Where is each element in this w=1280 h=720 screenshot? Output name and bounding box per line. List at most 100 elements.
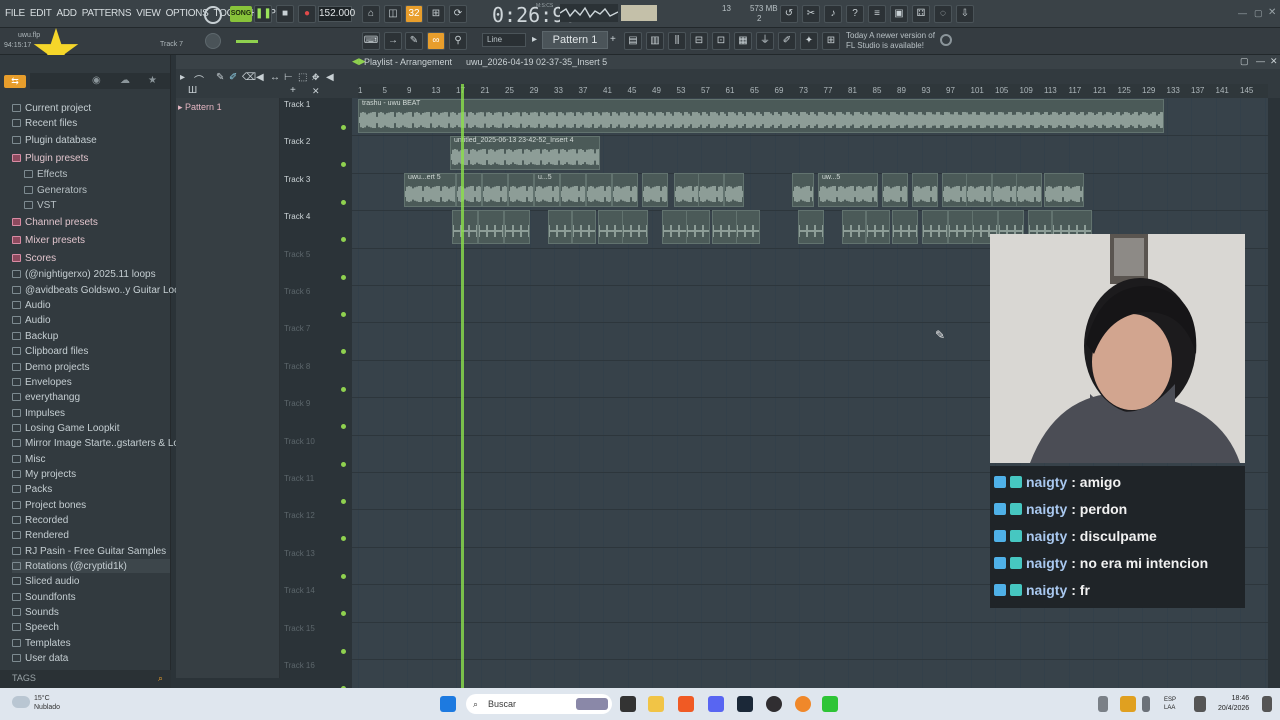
browser-item[interactable]: Audio	[12, 313, 51, 327]
pat-song-toggle-icon[interactable]	[204, 6, 222, 24]
browser-item[interactable]: Current project	[12, 101, 91, 115]
start-icon[interactable]	[440, 696, 456, 712]
audio-clip[interactable]	[456, 173, 482, 207]
browser-item[interactable]: Effects	[24, 167, 67, 181]
browser-item[interactable]: RJ Pasin - Free Guitar Samples	[12, 544, 166, 558]
browser-item[interactable]: Losing Game Loopkit	[12, 421, 120, 435]
track-header[interactable]: Track 12	[284, 511, 315, 520]
track-header[interactable]: Track 1	[284, 100, 310, 109]
track-mute-dot[interactable]	[341, 349, 346, 355]
browser-item[interactable]: Rendered	[12, 528, 69, 542]
tool-slice-icon[interactable]: ⊢	[284, 72, 293, 83]
browser-item[interactable]: Templates	[12, 636, 71, 650]
audio-clip[interactable]	[572, 210, 596, 244]
track-header[interactable]: Track 10	[284, 437, 315, 446]
chat-icon[interactable]: ◌	[934, 5, 952, 23]
browser-item[interactable]: Packs	[12, 482, 52, 496]
minimize-icon[interactable]: —	[1238, 8, 1247, 18]
browser-item[interactable]: Mixer presets	[12, 233, 85, 247]
record-icon[interactable]: ●	[298, 5, 316, 23]
browser-item[interactable]: User data	[12, 651, 68, 665]
track-header[interactable]: Track 6	[284, 287, 310, 296]
wait-input-icon[interactable]: ◫	[384, 5, 402, 23]
close-icon[interactable]: ✕	[1268, 7, 1276, 18]
audio-clip[interactable]	[792, 173, 814, 207]
playlist-max-icon[interactable]: ▢	[1240, 56, 1249, 67]
browser-item[interactable]: (@nightigerxo) 2025.11 loops	[12, 267, 156, 281]
add-track-icon[interactable]: +	[290, 85, 296, 96]
track-header[interactable]: Track 9	[284, 399, 310, 408]
browser-item[interactable]: Plugin database	[12, 133, 97, 147]
browser-item[interactable]: Recent files	[12, 116, 77, 130]
countdown-icon[interactable]: 32	[405, 5, 423, 23]
cut-icon[interactable]: ✂	[802, 5, 820, 23]
track-mute-dot[interactable]	[341, 648, 346, 654]
tool-select-icon[interactable]: ⬚	[298, 72, 307, 83]
pattern-item[interactable]: ▸ Pattern 1	[178, 102, 222, 113]
pattern-selector[interactable]: Pattern 1	[542, 31, 608, 49]
audio-clip[interactable]: trashu - uwu BEAT	[358, 99, 1164, 133]
plug-icon[interactable]: ⏚	[756, 32, 774, 50]
audio-clip[interactable]	[548, 210, 572, 244]
pattern-grid-icon[interactable]: Ш	[188, 85, 197, 96]
track-mute-dot[interactable]	[341, 536, 346, 542]
audio-clip[interactable]	[504, 210, 530, 244]
track-mute-dot[interactable]	[341, 237, 346, 243]
track-mute-dot[interactable]	[341, 386, 346, 392]
browser-item[interactable]: Soundfonts	[12, 590, 76, 604]
tempo-display[interactable]: 152.000	[318, 6, 355, 22]
browser-item[interactable]: Misc	[12, 452, 46, 466]
audio-clip[interactable]	[1016, 173, 1042, 207]
browser-item[interactable]: VST	[24, 198, 56, 212]
browser-folder-icon[interactable]: ◉	[92, 75, 101, 86]
browser-item[interactable]: Clipboard files	[12, 344, 88, 358]
menu-item[interactable]: PATTERNS	[82, 8, 132, 19]
track-mute-dot[interactable]	[341, 499, 346, 504]
audio-clip[interactable]: u...5	[534, 173, 560, 207]
pattern-prev-icon[interactable]: ▸	[532, 34, 537, 45]
tool-delete-icon[interactable]: ⌫	[242, 72, 256, 83]
help-icon[interactable]: ?	[846, 5, 864, 23]
audio-clip[interactable]	[922, 210, 948, 244]
piano-roll-icon[interactable]: ▥	[646, 32, 664, 50]
menu-item[interactable]: VIEW	[136, 8, 161, 19]
menu-item[interactable]: OPTIONS	[166, 8, 209, 19]
wifi-icon[interactable]	[1194, 696, 1206, 712]
audio-clip[interactable]	[724, 173, 744, 207]
audio-clip[interactable]	[622, 210, 648, 244]
file-explorer-icon[interactable]	[648, 696, 664, 712]
browser-item[interactable]: Plugin presets	[12, 151, 88, 165]
song-mode-button[interactable]: SONG	[230, 6, 252, 22]
templates-icon[interactable]: ▦	[734, 32, 752, 50]
tray-arrow-icon[interactable]	[1098, 696, 1108, 712]
track-header[interactable]: Track 13	[284, 549, 315, 558]
taskbar-search[interactable]: ⌕ Buscar	[466, 694, 612, 714]
task-view-icon[interactable]	[620, 696, 636, 712]
audio-clip[interactable]	[642, 173, 668, 207]
tool-brush-icon[interactable]: ✐	[229, 72, 237, 83]
browser-item[interactable]: everythangg	[12, 390, 80, 404]
track-mute-dot[interactable]	[341, 461, 346, 467]
audio-clip[interactable]	[560, 173, 586, 207]
metronome-icon[interactable]: ⌂	[362, 5, 380, 23]
timeline-ruler[interactable]: 1591317212529333741454953576165697377818…	[358, 84, 1268, 98]
audio-clip[interactable]: untitled_2025-06-13 23-42-52_Insert 4	[450, 136, 600, 170]
weather-widget[interactable]: 15°C Nublado	[34, 694, 60, 712]
audio-clip[interactable]	[598, 210, 624, 244]
playlist-minimize-icon[interactable]: —	[1256, 56, 1265, 66]
browser-item[interactable]: Mirror Image Starte..gstarters & Loops)	[12, 436, 198, 450]
audio-clip[interactable]	[948, 210, 974, 244]
play-icon[interactable]: ❚❚	[254, 5, 272, 23]
audio-clip[interactable]	[842, 210, 866, 244]
discord-icon[interactable]	[708, 696, 724, 712]
track-mute-dot[interactable]	[341, 312, 346, 317]
audio-clip[interactable]	[1044, 173, 1084, 207]
master-pitch-knob-icon[interactable]	[205, 33, 221, 49]
track-mute-dot[interactable]	[341, 573, 346, 579]
track-header[interactable]: Track 5	[284, 250, 310, 259]
metronome2-icon[interactable]: ⚲	[449, 32, 467, 50]
track-mute-dot[interactable]	[341, 162, 346, 168]
undo-icon[interactable]: ↺	[780, 5, 798, 23]
draw-tool-icon[interactable]: ✎	[405, 32, 423, 50]
gear-icon[interactable]	[940, 34, 952, 46]
